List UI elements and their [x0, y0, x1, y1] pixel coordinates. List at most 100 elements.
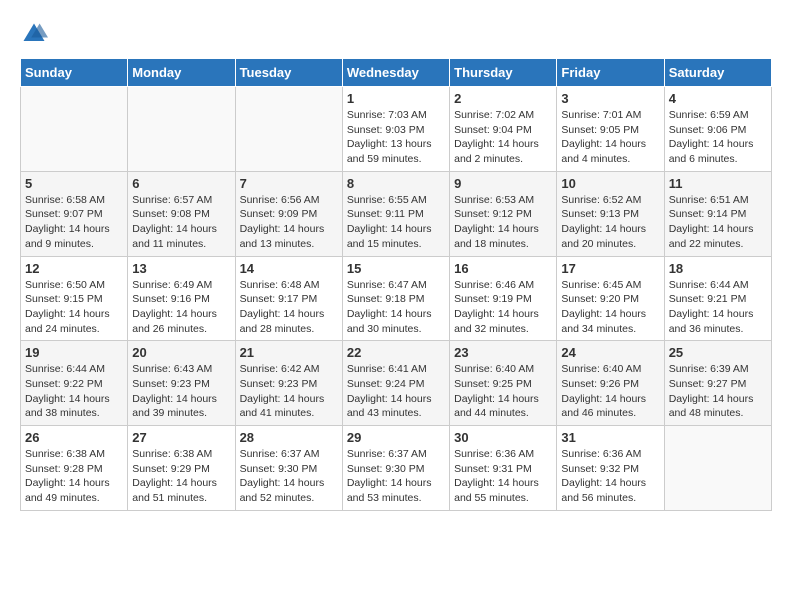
day-info: Sunrise: 6:40 AMSunset: 9:26 PMDaylight:… [561, 362, 659, 421]
day-info: Sunrise: 6:56 AMSunset: 9:09 PMDaylight:… [240, 193, 338, 252]
calendar-cell: 21 Sunrise: 6:42 AMSunset: 9:23 PMDayligh… [235, 341, 342, 426]
day-info: Sunrise: 6:46 AMSunset: 9:19 PMDaylight:… [454, 278, 552, 337]
day-info: Sunrise: 6:45 AMSunset: 9:20 PMDaylight:… [561, 278, 659, 337]
day-info: Sunrise: 7:02 AMSunset: 9:04 PMDaylight:… [454, 108, 552, 167]
calendar-cell: 14Sunrise: 6:48 AMSunset: 9:17 PMDayligh… [235, 256, 342, 341]
calendar-cell: 8 Sunrise: 6:55 AMSunset: 9:11 PMDaylight… [342, 171, 449, 256]
day-info: Sunrise: 6:55 AMSunset: 9:11 PMDaylight:… [347, 193, 445, 252]
day-number: 7 [240, 176, 338, 191]
day-number: 22 [347, 345, 445, 360]
day-info: Sunrise: 6:41 AMSunset: 9:24 PMDaylight:… [347, 362, 445, 421]
weekday-header-row: SundayMondayTuesdayWednesdayThursdayFrid… [21, 59, 772, 87]
day-info: Sunrise: 6:37 AMSunset: 9:30 PMDaylight:… [240, 447, 338, 506]
day-number: 10 [561, 176, 659, 191]
day-number: 15 [347, 261, 445, 276]
day-info: Sunrise: 6:43 AMSunset: 9:23 PMDaylight:… [132, 362, 230, 421]
day-info: Sunrise: 6:42 AMSunset: 9:23 PMDaylight:… [240, 362, 338, 421]
day-info: Sunrise: 7:01 AMSunset: 9:05 PMDaylight:… [561, 108, 659, 167]
calendar-cell: 2 Sunrise: 7:02 AMSunset: 9:04 PMDaylight… [450, 87, 557, 172]
day-number: 1 [347, 91, 445, 106]
calendar-cell: 27 Sunrise: 6:38 AMSunset: 9:29 PMDayligh… [128, 426, 235, 511]
calendar-cell: 7 Sunrise: 6:56 AMSunset: 9:09 PMDaylight… [235, 171, 342, 256]
calendar-cell: 20 Sunrise: 6:43 AMSunset: 9:23 PMDayligh… [128, 341, 235, 426]
day-number: 8 [347, 176, 445, 191]
day-number: 27 [132, 430, 230, 445]
day-info: Sunrise: 6:57 AMSunset: 9:08 PMDaylight:… [132, 193, 230, 252]
day-info: Sunrise: 6:44 AMSunset: 9:22 PMDaylight:… [25, 362, 123, 421]
day-number: 2 [454, 91, 552, 106]
day-number: 29 [347, 430, 445, 445]
day-number: 17 [561, 261, 659, 276]
calendar-cell: 6 Sunrise: 6:57 AMSunset: 9:08 PMDaylight… [128, 171, 235, 256]
calendar-week-row: 26 Sunrise: 6:38 AMSunset: 9:28 PMDayligh… [21, 426, 772, 511]
calendar-cell: 29 Sunrise: 6:37 AMSunset: 9:30 PMDayligh… [342, 426, 449, 511]
calendar-week-row: 1 Sunrise: 7:03 AMSunset: 9:03 PMDaylight… [21, 87, 772, 172]
day-number: 20 [132, 345, 230, 360]
day-info: Sunrise: 6:48 AMSunset: 9:17 PMDaylight:… [240, 278, 338, 337]
day-number: 30 [454, 430, 552, 445]
day-number: 13 [132, 261, 230, 276]
calendar-cell: 11 Sunrise: 6:51 AMSunset: 9:14 PMDayligh… [664, 171, 771, 256]
day-info: Sunrise: 6:36 AMSunset: 9:32 PMDaylight:… [561, 447, 659, 506]
day-info: Sunrise: 6:39 AMSunset: 9:27 PMDaylight:… [669, 362, 767, 421]
day-info: Sunrise: 6:47 AMSunset: 9:18 PMDaylight:… [347, 278, 445, 337]
day-number: 6 [132, 176, 230, 191]
day-info: Sunrise: 6:52 AMSunset: 9:13 PMDaylight:… [561, 193, 659, 252]
calendar-week-row: 5 Sunrise: 6:58 AMSunset: 9:07 PMDaylight… [21, 171, 772, 256]
weekday-header-monday: Monday [128, 59, 235, 87]
day-number: 3 [561, 91, 659, 106]
day-info: Sunrise: 6:36 AMSunset: 9:31 PMDaylight:… [454, 447, 552, 506]
calendar-cell: 1 Sunrise: 7:03 AMSunset: 9:03 PMDaylight… [342, 87, 449, 172]
day-info: Sunrise: 6:51 AMSunset: 9:14 PMDaylight:… [669, 193, 767, 252]
day-info: Sunrise: 6:37 AMSunset: 9:30 PMDaylight:… [347, 447, 445, 506]
calendar-cell: 18Sunrise: 6:44 AMSunset: 9:21 PMDayligh… [664, 256, 771, 341]
day-number: 19 [25, 345, 123, 360]
calendar-cell: 25 Sunrise: 6:39 AMSunset: 9:27 PMDayligh… [664, 341, 771, 426]
calendar-cell: 5 Sunrise: 6:58 AMSunset: 9:07 PMDaylight… [21, 171, 128, 256]
calendar-cell: 22 Sunrise: 6:41 AMSunset: 9:24 PMDayligh… [342, 341, 449, 426]
day-number: 21 [240, 345, 338, 360]
day-info: Sunrise: 6:44 AMSunset: 9:21 PMDaylight:… [669, 278, 767, 337]
calendar-cell: 24Sunrise: 6:40 AMSunset: 9:26 PMDayligh… [557, 341, 664, 426]
calendar-cell: 26 Sunrise: 6:38 AMSunset: 9:28 PMDayligh… [21, 426, 128, 511]
calendar-week-row: 19 Sunrise: 6:44 AMSunset: 9:22 PMDayligh… [21, 341, 772, 426]
day-number: 5 [25, 176, 123, 191]
day-info: Sunrise: 6:50 AMSunset: 9:15 PMDaylight:… [25, 278, 123, 337]
calendar-cell: 4Sunrise: 6:59 AMSunset: 9:06 PMDaylight… [664, 87, 771, 172]
day-number: 16 [454, 261, 552, 276]
calendar-cell [21, 87, 128, 172]
day-number: 4 [669, 91, 767, 106]
day-info: Sunrise: 6:58 AMSunset: 9:07 PMDaylight:… [25, 193, 123, 252]
day-number: 28 [240, 430, 338, 445]
logo-icon [20, 20, 48, 48]
day-number: 25 [669, 345, 767, 360]
weekday-header-tuesday: Tuesday [235, 59, 342, 87]
day-info: Sunrise: 7:03 AMSunset: 9:03 PMDaylight:… [347, 108, 445, 167]
calendar-cell: 3 Sunrise: 7:01 AMSunset: 9:05 PMDaylight… [557, 87, 664, 172]
calendar-cell: 17 Sunrise: 6:45 AMSunset: 9:20 PMDayligh… [557, 256, 664, 341]
calendar-cell: 19 Sunrise: 6:44 AMSunset: 9:22 PMDayligh… [21, 341, 128, 426]
day-number: 26 [25, 430, 123, 445]
day-number: 9 [454, 176, 552, 191]
day-info: Sunrise: 6:53 AMSunset: 9:12 PMDaylight:… [454, 193, 552, 252]
weekday-header-friday: Friday [557, 59, 664, 87]
calendar-week-row: 12 Sunrise: 6:50 AMSunset: 9:15 PMDayligh… [21, 256, 772, 341]
calendar-cell: 30 Sunrise: 6:36 AMSunset: 9:31 PMDayligh… [450, 426, 557, 511]
day-info: Sunrise: 6:40 AMSunset: 9:25 PMDaylight:… [454, 362, 552, 421]
calendar-cell: 10 Sunrise: 6:52 AMSunset: 9:13 PMDayligh… [557, 171, 664, 256]
calendar-cell: 16 Sunrise: 6:46 AMSunset: 9:19 PMDayligh… [450, 256, 557, 341]
day-info: Sunrise: 6:38 AMSunset: 9:29 PMDaylight:… [132, 447, 230, 506]
day-info: Sunrise: 6:38 AMSunset: 9:28 PMDaylight:… [25, 447, 123, 506]
day-number: 23 [454, 345, 552, 360]
calendar-table: SundayMondayTuesdayWednesdayThursdayFrid… [20, 58, 772, 511]
calendar-cell [235, 87, 342, 172]
calendar-cell: 13 Sunrise: 6:49 AMSunset: 9:16 PMDayligh… [128, 256, 235, 341]
calendar-cell: 23 Sunrise: 6:40 AMSunset: 9:25 PMDayligh… [450, 341, 557, 426]
calendar-cell: 12 Sunrise: 6:50 AMSunset: 9:15 PMDayligh… [21, 256, 128, 341]
logo [20, 20, 52, 48]
day-info: Sunrise: 6:49 AMSunset: 9:16 PMDaylight:… [132, 278, 230, 337]
calendar-cell: 15 Sunrise: 6:47 AMSunset: 9:18 PMDayligh… [342, 256, 449, 341]
day-number: 12 [25, 261, 123, 276]
weekday-header-thursday: Thursday [450, 59, 557, 87]
day-number: 11 [669, 176, 767, 191]
